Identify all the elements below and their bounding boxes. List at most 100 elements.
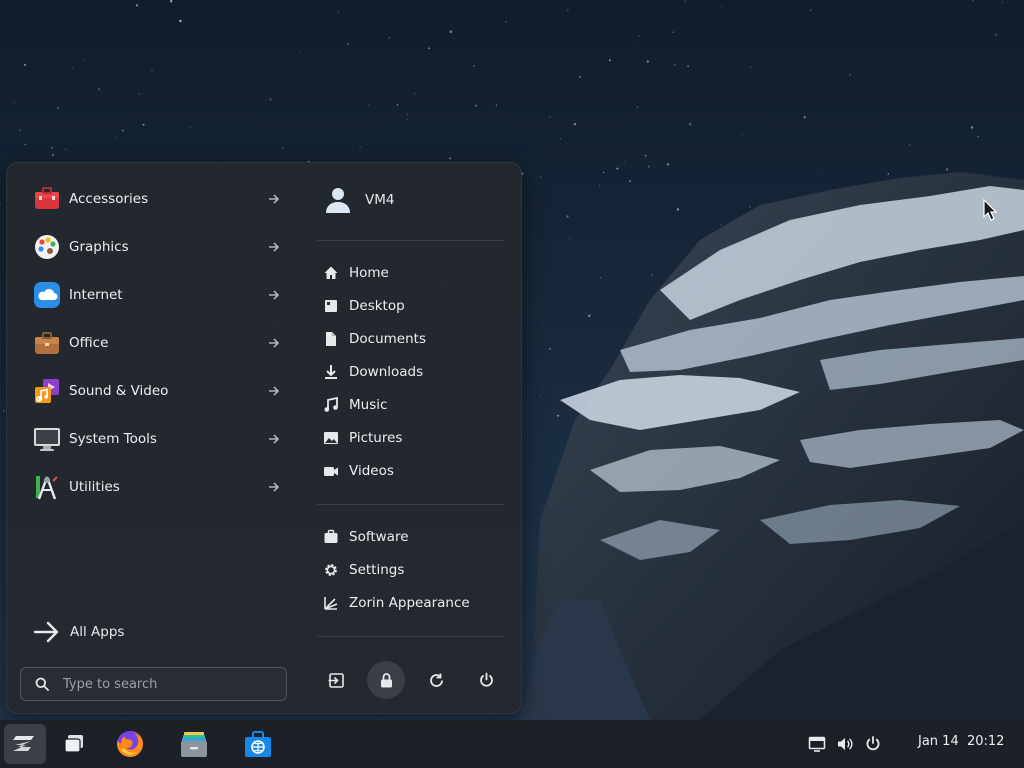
mouse-cursor-icon xyxy=(983,199,997,221)
arrow-right-icon xyxy=(267,288,281,302)
download-icon xyxy=(323,364,339,380)
home-icon xyxy=(323,265,339,281)
video-camera-icon xyxy=(323,463,339,479)
logout-button[interactable] xyxy=(317,661,355,699)
utilities-icon xyxy=(33,473,61,501)
search-icon xyxy=(35,677,49,691)
workspaces-icon xyxy=(62,732,86,756)
power-off-button[interactable] xyxy=(467,661,505,699)
zorin-menu-icon xyxy=(11,730,39,758)
firefox-icon xyxy=(115,729,145,759)
arrow-right-icon xyxy=(267,384,281,398)
category-label: System Tools xyxy=(69,431,157,447)
place-label: Music xyxy=(349,396,388,413)
workspaces-button[interactable] xyxy=(53,724,95,764)
files-button[interactable] xyxy=(173,724,215,764)
clock-date: Jan 14 xyxy=(918,734,959,749)
toolbox-icon xyxy=(33,185,61,213)
restart-icon xyxy=(428,672,445,689)
files-icon xyxy=(179,729,209,759)
restart-button[interactable] xyxy=(417,661,455,699)
place-documents[interactable]: Documents xyxy=(321,322,511,355)
firefox-button[interactable] xyxy=(109,724,151,764)
arrow-right-icon xyxy=(267,192,281,206)
category-list: Accessories Graphics Internet Office Sou… xyxy=(21,175,291,511)
system-zorin-appearance[interactable]: Zorin Appearance xyxy=(321,586,511,619)
place-label: Pictures xyxy=(349,429,403,446)
appearance-icon xyxy=(323,595,339,611)
category-label: Accessories xyxy=(69,191,149,207)
category-utilities[interactable]: Utilities xyxy=(21,463,291,511)
clock[interactable]: Jan 14 20:12 xyxy=(918,734,1004,749)
user-name: VM4 xyxy=(365,192,395,208)
divider xyxy=(317,636,503,637)
clock-time: 20:12 xyxy=(966,734,1005,749)
palette-icon xyxy=(33,233,61,261)
category-graphics[interactable]: Graphics xyxy=(21,223,291,271)
zorin-menu-button[interactable] xyxy=(4,724,46,764)
monitor-icon xyxy=(33,425,61,453)
system-list: Software Settings Zorin Appearance xyxy=(321,520,511,619)
user-account-button[interactable]: VM4 xyxy=(323,183,394,217)
lock-button[interactable] xyxy=(367,661,405,699)
divider xyxy=(317,504,503,505)
desktop-folder-icon xyxy=(323,298,339,314)
place-label: Home xyxy=(349,264,389,281)
briefcase-icon xyxy=(33,329,61,357)
system-label: Zorin Appearance xyxy=(349,594,470,611)
place-desktop[interactable]: Desktop xyxy=(321,289,511,322)
software-store-button[interactable] xyxy=(237,724,279,764)
place-music[interactable]: Music xyxy=(321,388,511,421)
search-input[interactable] xyxy=(63,676,263,692)
category-label: Internet xyxy=(69,287,123,303)
category-internet[interactable]: Internet xyxy=(21,271,291,319)
music-video-icon xyxy=(33,377,61,405)
document-icon xyxy=(323,331,339,347)
picture-icon xyxy=(323,430,339,446)
category-label: Office xyxy=(69,335,109,351)
system-settings[interactable]: Settings xyxy=(321,553,511,586)
system-software[interactable]: Software xyxy=(321,520,511,553)
system-label: Software xyxy=(349,528,409,545)
category-sound-video[interactable]: Sound & Video xyxy=(21,367,291,415)
software-store-icon xyxy=(243,729,273,759)
places-column: VM4 Home Desktop Documents Downloads Mus… xyxy=(317,163,513,715)
category-office[interactable]: Office xyxy=(21,319,291,367)
arrow-right-icon xyxy=(267,240,281,254)
category-label: Utilities xyxy=(69,479,120,495)
software-bag-icon xyxy=(323,529,339,545)
search-box[interactable] xyxy=(20,667,287,701)
taskbar: Jan 14 20:12 xyxy=(0,720,1024,768)
divider xyxy=(317,240,503,241)
network-icon[interactable] xyxy=(808,735,826,753)
lock-icon xyxy=(378,672,395,689)
place-videos[interactable]: Videos xyxy=(321,454,511,487)
user-avatar-icon xyxy=(323,185,353,215)
places-list: Home Desktop Documents Downloads Music P… xyxy=(321,256,511,487)
cloud-icon xyxy=(33,281,61,309)
power-icon[interactable] xyxy=(864,735,882,753)
system-label: Settings xyxy=(349,561,405,578)
place-label: Videos xyxy=(349,462,394,479)
category-label: Sound & Video xyxy=(69,383,169,399)
category-accessories[interactable]: Accessories xyxy=(21,175,291,223)
place-downloads[interactable]: Downloads xyxy=(321,355,511,388)
logout-icon xyxy=(328,672,345,689)
place-label: Documents xyxy=(349,330,426,347)
music-note-icon xyxy=(323,396,339,413)
gear-icon xyxy=(323,562,339,578)
place-label: Downloads xyxy=(349,363,424,380)
category-system-tools[interactable]: System Tools xyxy=(21,415,291,463)
session-buttons xyxy=(317,659,513,699)
arrow-right-icon xyxy=(267,480,281,494)
category-label: Graphics xyxy=(69,239,129,255)
start-menu: Accessories Graphics Internet Office Sou… xyxy=(6,162,522,714)
all-apps-label: All Apps xyxy=(70,624,125,640)
arrow-right-icon xyxy=(267,336,281,350)
all-apps-button[interactable]: All Apps xyxy=(33,617,183,647)
volume-icon[interactable] xyxy=(836,735,854,753)
arrow-right-icon xyxy=(267,432,281,446)
place-home[interactable]: Home xyxy=(321,256,511,289)
place-pictures[interactable]: Pictures xyxy=(321,421,511,454)
power-icon xyxy=(478,672,495,689)
